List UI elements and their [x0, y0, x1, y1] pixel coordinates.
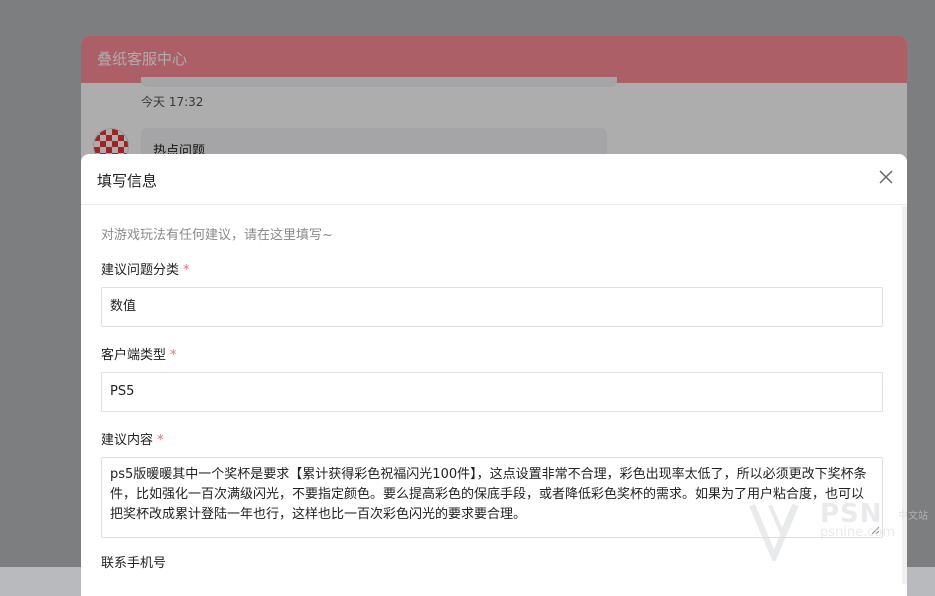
- category-label: 建议问题分类 *: [101, 259, 883, 278]
- close-button[interactable]: [877, 168, 895, 186]
- required-mark: *: [170, 348, 177, 363]
- client-type-label: 客户端类型 *: [101, 344, 883, 363]
- category-select[interactable]: 数值: [101, 287, 883, 327]
- category-value: 数值: [110, 299, 137, 314]
- client-type-label-text: 客户端类型: [101, 348, 167, 363]
- phone-label-text: 联系手机号: [101, 556, 167, 571]
- fill-info-dialog: 填写信息 对游戏玩法有任何建议，请在这里填写~ 建议问题分类 * 数值 客户端类型…: [81, 154, 907, 584]
- dialog-body: 对游戏玩法有任何建议，请在这里填写~ 建议问题分类 * 数值 客户端类型 * PS5…: [81, 224, 907, 571]
- resize-handle-icon[interactable]: [870, 525, 880, 535]
- required-mark: *: [157, 433, 164, 448]
- content-label: 建议内容 *: [101, 429, 883, 448]
- dialog-hint: 对游戏玩法有任何建议，请在这里填写~: [101, 228, 333, 243]
- content-label-text: 建议内容: [101, 433, 154, 448]
- dialog-title: 填写信息: [97, 172, 158, 190]
- content-textarea[interactable]: ps5版暖暖其中一个奖杯是要求【累计获得彩色祝福闪光100件】，这点设置非常不合…: [101, 457, 883, 538]
- phone-label: 联系手机号: [101, 552, 883, 571]
- client-type-value: PS5: [110, 384, 135, 399]
- client-type-select[interactable]: PS5: [101, 372, 883, 412]
- close-icon: [879, 170, 893, 184]
- content-value: ps5版暖暖其中一个奖杯是要求【累计获得彩色祝福闪光100件】，这点设置非常不合…: [110, 467, 867, 522]
- dialog-header: 填写信息: [81, 154, 907, 205]
- category-label-text: 建议问题分类: [101, 263, 180, 278]
- required-mark: *: [183, 263, 190, 278]
